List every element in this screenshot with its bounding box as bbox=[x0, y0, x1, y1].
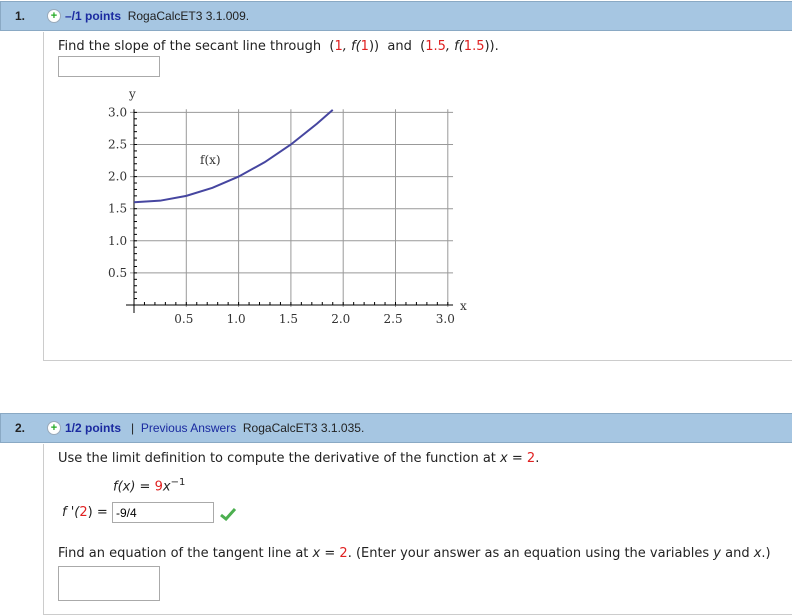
y-tick-label: 1.5 bbox=[108, 202, 127, 216]
points-label: 1/2 points | Previous Answers RogaCalcET… bbox=[65, 421, 365, 435]
q2-prompt-2: Find an equation of the tangent line at … bbox=[58, 546, 771, 561]
x-tick-label: 2.0 bbox=[331, 312, 350, 326]
question-code: RogaCalcET3 3.1.035. bbox=[242, 421, 365, 435]
question-number: 2. bbox=[15, 421, 26, 435]
expand-plus-icon[interactable]: + bbox=[47, 421, 61, 435]
x-tick-label: 3.0 bbox=[436, 312, 455, 326]
correct-checkmark-icon bbox=[220, 507, 237, 521]
function-definition: f(x) = 9x−1 bbox=[113, 477, 186, 495]
question-2-header: 2. + 1/2 points | Previous Answers RogaC… bbox=[0, 413, 792, 443]
curve-label: f(x) bbox=[200, 153, 221, 167]
q2-prompt-1: Use the limit definition to compute the … bbox=[58, 451, 540, 466]
y-tick-label: 2.0 bbox=[108, 170, 127, 184]
y-tick-label: 2.5 bbox=[108, 138, 127, 152]
x-tick-label: 1.0 bbox=[227, 312, 246, 326]
curve-f bbox=[133, 109, 334, 204]
x-tick-label: 0.5 bbox=[174, 312, 193, 326]
y-axis-label: y bbox=[128, 87, 136, 101]
derivative-answer-input[interactable] bbox=[112, 502, 214, 523]
x-tick-label: 1.5 bbox=[279, 312, 298, 326]
x-tick-label: 2.5 bbox=[384, 312, 403, 326]
y-tick-label: 3.0 bbox=[108, 105, 127, 119]
y-tick-label: 0.5 bbox=[108, 266, 127, 280]
function-graph: 0.5 1.0 1.5 2.0 2.5 3.0 0.5 1.0 1.5 2.0 2.5 3.0 f(x… bbox=[108, 87, 467, 326]
y-tick-label: 1.0 bbox=[108, 234, 127, 248]
x-axis-label: x bbox=[460, 299, 467, 313]
derivative-label: f '(2) = bbox=[62, 505, 108, 520]
tangent-line-answer-input[interactable] bbox=[58, 566, 160, 601]
previous-answers-link[interactable]: Previous Answers bbox=[141, 421, 236, 435]
